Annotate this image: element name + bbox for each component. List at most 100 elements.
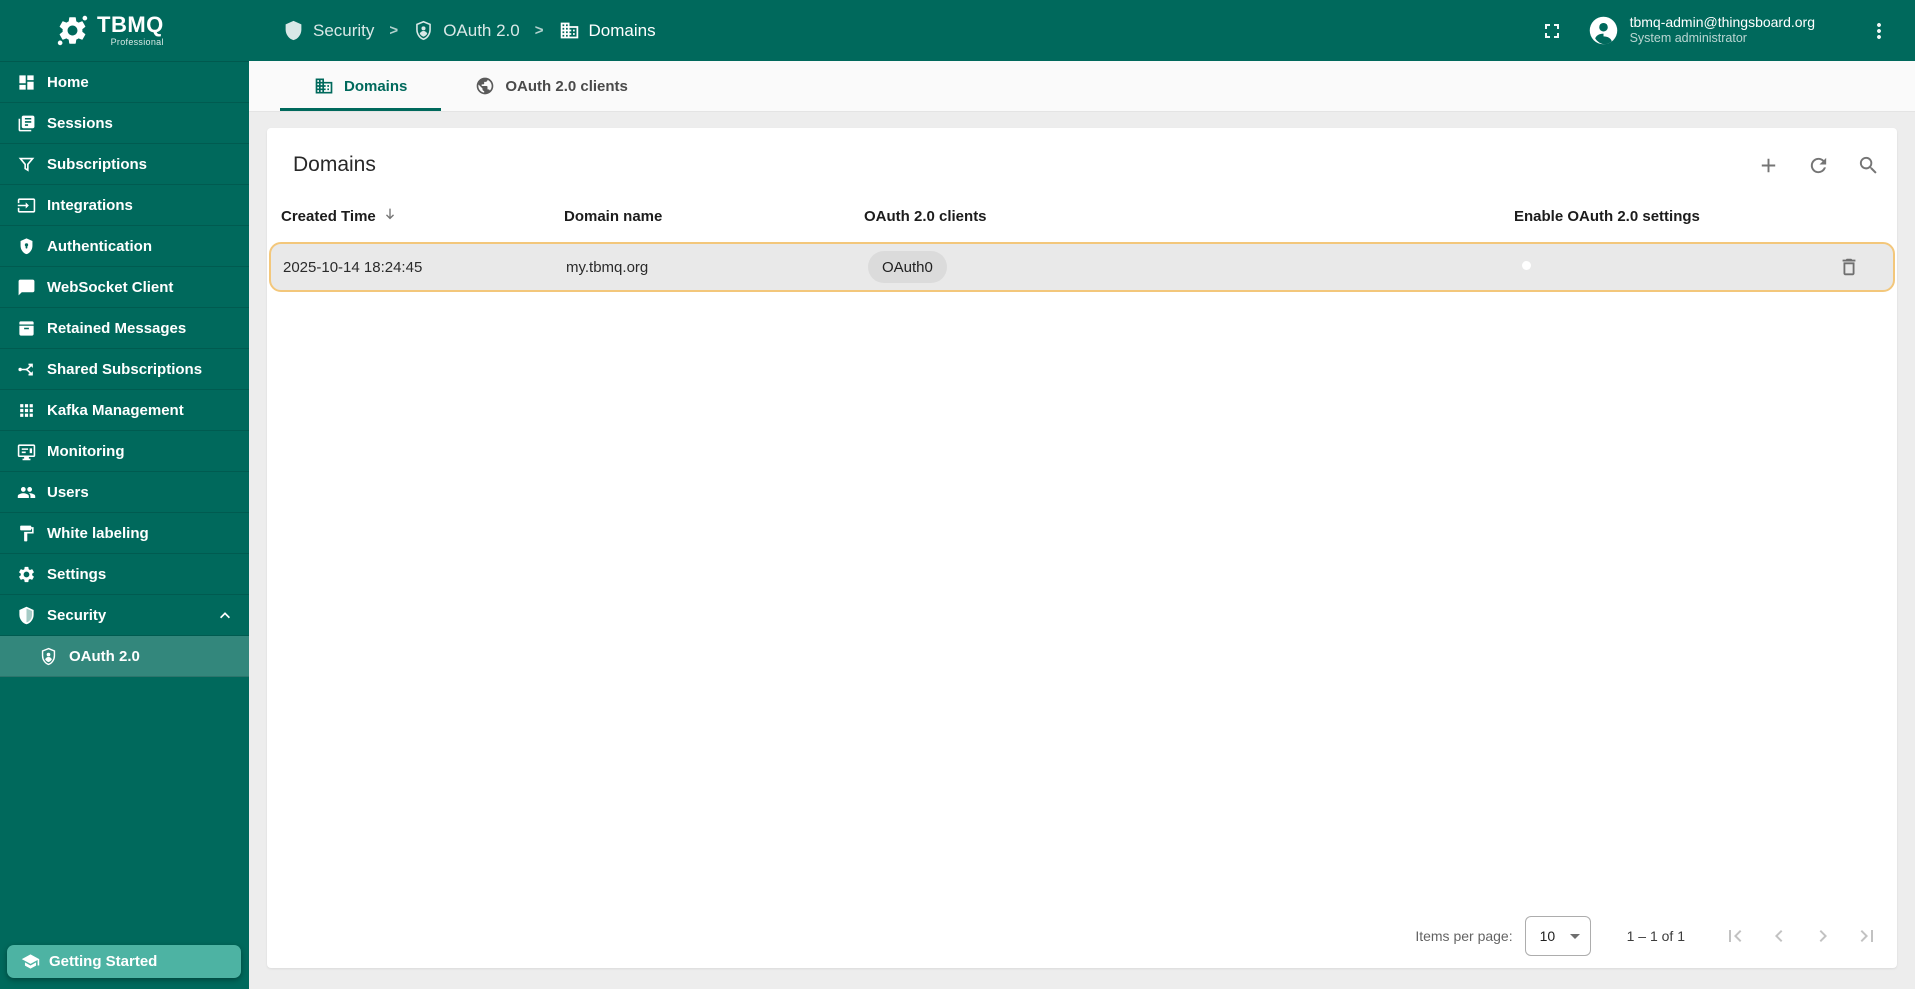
table-toolbar xyxy=(1755,152,1881,178)
breadcrumb-separator: > xyxy=(389,22,399,39)
fullscreen-button[interactable] xyxy=(1538,17,1566,45)
card-header: Domains xyxy=(267,128,1897,194)
oauth-client-chip: OAuth0 xyxy=(868,251,947,283)
monitor-icon xyxy=(16,441,36,461)
cell-enable-oauth xyxy=(1516,259,1817,276)
cell-created-time: 2025-10-14 18:24:45 xyxy=(283,258,423,276)
sidebar-item-integrations[interactable]: Integrations xyxy=(0,185,249,226)
sort-desc-arrow-icon xyxy=(382,206,398,226)
sidebar-item-users[interactable]: Users xyxy=(0,472,249,513)
sidebar-item-oauth2[interactable]: OAuth 2.0 xyxy=(0,636,249,677)
filter-icon xyxy=(16,154,36,174)
sidebar-item-home[interactable]: Home xyxy=(0,62,249,103)
getting-started-button[interactable]: Getting Started xyxy=(7,945,241,978)
sidebar-item-websocket-client[interactable]: WebSocket Client xyxy=(0,267,249,308)
breadcrumb-item-security[interactable]: Security xyxy=(283,20,374,41)
sidebar-item-white-labeling[interactable]: White labeling xyxy=(0,513,249,554)
user-menu[interactable]: tbmq-admin@thingsboard.org System admini… xyxy=(1630,14,1815,47)
tab-bar: Domains OAuth 2.0 clients xyxy=(249,61,1915,112)
logo-title: TBMQ xyxy=(97,12,164,37)
sidebar-item-subscriptions[interactable]: Subscriptions xyxy=(0,144,249,185)
content-area: Domains Created Time Domain name OAuth 2… xyxy=(249,112,1915,989)
sidebar-item-retained-messages[interactable]: Retained Messages xyxy=(0,308,249,349)
main-area: Security > OAuth 2.0 > Domains tbmq-admi… xyxy=(249,0,1915,989)
avatar[interactable] xyxy=(1587,14,1620,47)
sidebar-item-monitoring[interactable]: Monitoring xyxy=(0,431,249,472)
sidebar: TBMQ Professional Home Sessions Subscrip… xyxy=(0,0,249,989)
last-page-button[interactable] xyxy=(1845,914,1889,958)
add-icon xyxy=(1761,158,1775,172)
column-header-enable-oauth: Enable OAuth 2.0 settings xyxy=(1514,207,1700,225)
items-per-page-select[interactable]: 10 xyxy=(1524,916,1591,956)
caret-down-icon xyxy=(1569,933,1580,939)
delete-domain-button[interactable] xyxy=(1836,254,1862,280)
app-root: TBMQ Professional Home Sessions Subscrip… xyxy=(0,0,1915,989)
more-menu-button[interactable] xyxy=(1865,17,1893,45)
gear-icon xyxy=(16,564,36,584)
tab-domains[interactable]: Domains xyxy=(280,61,441,111)
domains-card: Domains Created Time Domain name OAuth 2… xyxy=(267,128,1897,968)
first-page-icon xyxy=(1729,930,1742,942)
user-email: tbmq-admin@thingsboard.org xyxy=(1629,13,1815,30)
search-button[interactable] xyxy=(1855,152,1881,178)
page-range-label: 1 – 1 of 1 xyxy=(1626,928,1685,944)
shield-icon xyxy=(16,605,36,625)
next-page-button[interactable] xyxy=(1801,914,1845,958)
logo-subtitle: Professional xyxy=(110,37,164,47)
sidebar-nav: Home Sessions Subscriptions Integrations… xyxy=(0,61,249,677)
prev-page-button[interactable] xyxy=(1757,914,1801,958)
chat-icon xyxy=(16,277,36,297)
user-shield-icon xyxy=(416,20,432,41)
domain-icon xyxy=(315,78,333,94)
table-header-row: Created Time Domain name OAuth 2.0 clien… xyxy=(267,194,1897,238)
breadcrumb-item-domains: Domains xyxy=(559,20,656,41)
people-icon xyxy=(16,482,36,502)
top-bar: Security > OAuth 2.0 > Domains tbmq-admi… xyxy=(249,0,1915,61)
chevron-up-icon xyxy=(215,605,235,625)
paginator: Items per page: 10 1 – 1 of 1 xyxy=(267,904,1897,968)
items-per-page-label: Items per page: xyxy=(1415,928,1513,944)
globe-icon xyxy=(477,77,494,95)
refresh-button[interactable] xyxy=(1805,152,1831,178)
table-row[interactable]: 2025-10-14 18:24:45 my.tbmq.org OAuth0 xyxy=(269,242,1895,292)
tbmq-logo-icon xyxy=(57,15,88,46)
chevron-left-icon xyxy=(1775,930,1783,942)
getting-started-label: Getting Started xyxy=(49,953,158,970)
split-icon xyxy=(16,359,36,379)
chevron-right-icon xyxy=(1819,930,1827,942)
search-icon xyxy=(1859,156,1877,174)
last-page-icon xyxy=(1860,930,1873,942)
sidebar-item-sessions[interactable]: Sessions xyxy=(0,103,249,144)
sidebar-item-security[interactable]: Security xyxy=(0,595,249,636)
breadcrumb: Security > OAuth 2.0 > Domains xyxy=(283,20,656,41)
fullscreen-icon xyxy=(1544,23,1559,38)
trash-icon xyxy=(1842,258,1856,276)
page-title: Domains xyxy=(293,153,376,176)
column-header-domain-name[interactable]: Domain name xyxy=(564,208,864,225)
dashboard-icon xyxy=(16,72,36,92)
add-domain-button[interactable] xyxy=(1755,152,1781,178)
apps-grid-icon xyxy=(16,400,36,420)
domain-icon xyxy=(560,22,578,39)
school-icon xyxy=(21,954,40,969)
sidebar-item-kafka-management[interactable]: Kafka Management xyxy=(0,390,249,431)
tab-oauth2-clients[interactable]: OAuth 2.0 clients xyxy=(441,61,662,111)
cell-oauth-clients: OAuth0 xyxy=(866,251,1516,283)
refresh-icon xyxy=(1810,157,1826,173)
column-header-created-time[interactable]: Created Time xyxy=(281,206,564,226)
paint-icon xyxy=(16,523,36,543)
shield-lock-icon xyxy=(16,236,36,256)
shield-icon xyxy=(285,20,302,41)
sidebar-item-shared-subscriptions[interactable]: Shared Subscriptions xyxy=(0,349,249,390)
tbmq-logo[interactable]: TBMQ Professional xyxy=(0,0,249,61)
cell-domain-name: my.tbmq.org xyxy=(566,258,649,276)
sidebar-item-settings[interactable]: Settings xyxy=(0,554,249,595)
breadcrumb-item-oauth2[interactable]: OAuth 2.0 xyxy=(413,20,520,41)
sidebar-item-authentication[interactable]: Authentication xyxy=(0,226,249,267)
library-icon xyxy=(16,113,36,133)
column-header-oauth-clients: OAuth 2.0 clients xyxy=(864,207,987,225)
user-shield-icon xyxy=(38,646,58,666)
first-page-button[interactable] xyxy=(1713,914,1757,958)
archive-icon xyxy=(16,318,36,338)
input-icon xyxy=(16,195,36,215)
